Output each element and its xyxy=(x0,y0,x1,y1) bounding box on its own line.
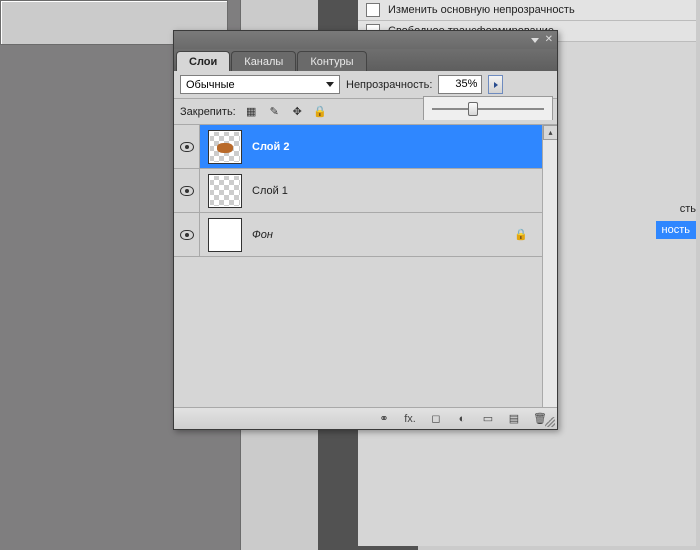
lock-row: Закрепить: ▦ ✎ ✥ 🔒 xyxy=(174,99,557,125)
layer-fx-icon[interactable]: fx. xyxy=(403,413,417,425)
bg-truncated-item-selected[interactable]: ность xyxy=(656,221,696,239)
new-layer-icon[interactable]: ▤ xyxy=(507,412,521,425)
eye-icon xyxy=(180,186,194,196)
visibility-toggle[interactable] xyxy=(174,213,200,256)
layer-row[interactable]: Слой 1 xyxy=(174,169,557,213)
layer-thumbnail[interactable] xyxy=(208,174,242,208)
scrollbar[interactable]: ▴ xyxy=(542,125,557,407)
visibility-toggle[interactable] xyxy=(174,125,200,168)
blend-mode-select[interactable]: Обычные xyxy=(180,75,340,94)
lock-label: Закрепить: xyxy=(180,106,236,118)
panel-footer: ⚭ fx. ◻ ◐ ▭ ▤ 🗑 xyxy=(174,407,557,429)
eye-icon xyxy=(180,230,194,240)
link-layers-icon[interactable]: ⚭ xyxy=(377,412,391,425)
layers-panel: ✕ Слои Каналы Контуры Обычные Непрозрачн… xyxy=(173,30,558,430)
blend-mode-value: Обычные xyxy=(186,79,235,91)
chevron-right-icon xyxy=(494,82,498,88)
lock-all-icon[interactable]: 🔒 xyxy=(313,104,328,119)
layer-list: Слой 2 Слой 1 Фон 🔒 ▴ xyxy=(174,125,557,407)
opacity-label: Непрозрачность: xyxy=(346,79,432,91)
opacity-popup-button[interactable] xyxy=(488,75,503,94)
new-group-icon[interactable]: ▭ xyxy=(481,412,495,425)
layer-options-row: Обычные Непрозрачность: 35% xyxy=(174,71,557,99)
close-icon[interactable]: ✕ xyxy=(545,35,553,45)
lock-icon: 🔒 xyxy=(514,228,528,241)
bg-menu-item-opacity[interactable]: Изменить основную непрозрачность xyxy=(358,0,696,21)
panel-titlebar[interactable]: ✕ xyxy=(174,31,557,49)
lock-position-icon[interactable]: ✥ xyxy=(290,104,305,119)
panel-tabs: Слои Каналы Контуры xyxy=(174,49,557,71)
tab-channels[interactable]: Каналы xyxy=(231,51,296,71)
bg-truncated-item[interactable]: сть xyxy=(680,203,696,215)
tab-layers[interactable]: Слои xyxy=(176,51,230,71)
eye-icon xyxy=(180,142,194,152)
layer-row[interactable]: Фон 🔒 xyxy=(174,213,557,257)
tab-paths[interactable]: Контуры xyxy=(297,51,366,71)
lock-transparency-icon[interactable]: ▦ xyxy=(244,104,259,119)
fill-slider[interactable] xyxy=(423,96,553,120)
layer-row[interactable]: Слой 2 xyxy=(174,125,557,169)
chevron-down-icon xyxy=(326,82,334,87)
slider-track xyxy=(432,108,544,110)
visibility-toggle[interactable] xyxy=(174,169,200,212)
lock-pixels-icon[interactable]: ✎ xyxy=(267,104,282,119)
resize-grip-icon[interactable] xyxy=(545,417,555,427)
panel-menu-icon[interactable] xyxy=(531,38,539,43)
opacity-input[interactable]: 35% xyxy=(438,75,482,94)
adjustment-icon[interactable]: ◐ xyxy=(455,413,469,425)
layer-name[interactable]: Фон xyxy=(252,229,273,241)
layer-thumbnail[interactable] xyxy=(208,218,242,252)
layer-name[interactable]: Слой 2 xyxy=(252,141,289,153)
add-mask-icon[interactable]: ◻ xyxy=(429,412,443,425)
layer-name[interactable]: Слой 1 xyxy=(252,185,288,197)
menu-item-label: Изменить основную непрозрачность xyxy=(388,4,575,16)
scroll-up-icon[interactable]: ▴ xyxy=(543,125,557,140)
menu-item-icon xyxy=(366,3,380,17)
slider-thumb[interactable] xyxy=(468,102,478,116)
layer-thumbnail[interactable] xyxy=(208,130,242,164)
